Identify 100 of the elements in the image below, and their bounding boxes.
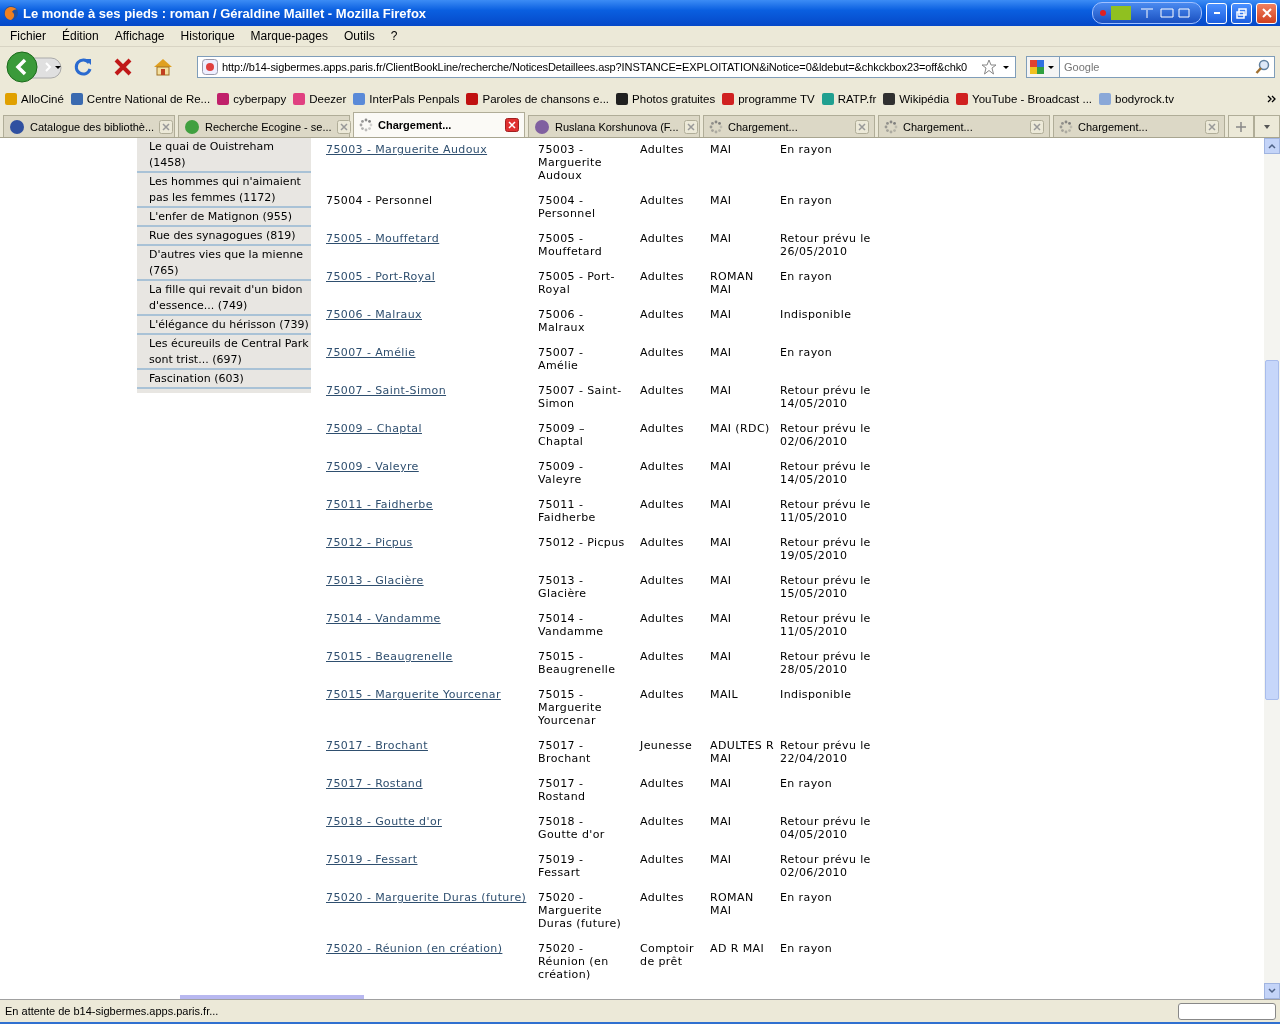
library-link[interactable]: 75009 - Valeyre — [326, 460, 419, 486]
bookmark-item[interactable]: bodyrock.tv — [1098, 92, 1174, 106]
sidebar-item[interactable]: L'enfer de Matignon (955) — [137, 208, 311, 227]
library-link[interactable]: 75020 - Réunion (en création) — [326, 942, 503, 981]
browser-tab[interactable]: Chargement... — [703, 115, 875, 137]
library-link[interactable]: 75005 - Port-Royal — [326, 270, 436, 296]
bookmark-item[interactable]: Wikipédia — [882, 92, 950, 106]
library-link[interactable]: 75012 - Picpus — [326, 536, 413, 562]
table-cell-text: 75015 - Beaugrenelle — [538, 650, 617, 676]
table-cell-text: Indisponible — [780, 308, 853, 323]
library-link[interactable]: 75007 - Amélie — [326, 346, 416, 372]
library-link[interactable]: 75013 - Glacière — [326, 574, 424, 600]
library-link[interactable]: 75019 - Fessart — [326, 853, 418, 879]
search-engine-button[interactable] — [1026, 56, 1059, 78]
library-link[interactable]: 75018 - Goutte d'or — [326, 815, 442, 841]
table-cell-text: 75017 - Brochant — [538, 739, 592, 765]
table-cell-text: En rayon — [780, 346, 834, 361]
chevron-icon[interactable] — [1267, 95, 1276, 103]
bookmark-item[interactable]: RATP.fr — [820, 92, 877, 106]
menu-item[interactable]: Marque-pages — [242, 29, 336, 43]
sidebar-item[interactable]: La fille qui revait d'un bidon d'essence... (749) — [137, 281, 311, 316]
library-link[interactable]: 75020 - Marguerite Duras (future) — [326, 891, 527, 930]
back-forward-button[interactable] — [5, 50, 65, 84]
vertical-scrollbar[interactable] — [1264, 138, 1280, 999]
search-field[interactable]: Google — [1059, 56, 1275, 78]
window-toolbar-widget-drawing[interactable] — [1092, 2, 1202, 24]
table-cell-text: Adultes — [640, 891, 685, 906]
table-cell-text: Retour prévu le 02/06/2010 — [780, 422, 872, 448]
table-cell-text: MAI — [710, 232, 733, 247]
search-icon[interactable] — [1255, 59, 1271, 75]
browser-tab[interactable]: Ruslana Korshunova (F... — [528, 115, 700, 137]
library-link[interactable]: 75003 - Marguerite Audoux — [326, 143, 488, 182]
star-icon[interactable] — [981, 59, 997, 75]
bookmark-item[interactable]: programme TV — [721, 92, 815, 106]
table-cell-text: En rayon — [780, 143, 834, 158]
restore-button[interactable] — [1231, 2, 1252, 24]
library-link[interactable]: 75017 - Rostand — [326, 777, 423, 803]
bookmark-item[interactable]: Centre National de Re... — [69, 92, 211, 106]
browser-tab[interactable]: Recherche Ecogine - se... — [178, 115, 350, 137]
table-cell-text: 75011 - Faidherbe — [538, 498, 597, 524]
library-link[interactable]: 75011 - Faidherbe — [326, 498, 433, 524]
menu-item[interactable]: ? — [382, 29, 406, 43]
close-icon — [1261, 8, 1272, 18]
table-cell-text: Retour prévu le 14/05/2010 — [780, 384, 872, 410]
close-button[interactable] — [1256, 2, 1277, 24]
tab-list-button[interactable] — [1254, 115, 1280, 137]
library-link[interactable]: 75007 - Saint-Simon — [326, 384, 447, 410]
table-cell-text: Jeunesse — [640, 739, 694, 754]
browser-tab[interactable]: Chargement... — [1053, 115, 1225, 137]
menu-item[interactable]: Affichage — [106, 29, 173, 43]
table-cell-text: Retour prévu le 14/05/2010 — [780, 460, 872, 486]
new-tab-button[interactable] — [1228, 115, 1254, 137]
sidebar-item[interactable]: L'élégance du hérisson (739) — [137, 316, 311, 335]
minimize-button[interactable] — [1206, 2, 1227, 24]
library-link[interactable]: 75014 - Vandamme — [326, 612, 441, 638]
menu-item[interactable]: Outils — [335, 29, 383, 43]
sidebar-item[interactable]: Le quai de Ouistreham (1458) — [137, 138, 311, 173]
bookmark-item[interactable]: Paroles de chansons e... — [465, 92, 610, 106]
bookmark-item[interactable]: InterPals Penpals — [352, 92, 460, 106]
library-link[interactable]: 75005 - Mouffetard — [326, 232, 440, 258]
table-cell-text: Adultes — [640, 536, 685, 551]
table-cell-text: 75018 - Goutte d'or — [538, 815, 606, 841]
scroll-up-button[interactable] — [1264, 138, 1280, 154]
table-cell-text: Retour prévu le 04/05/2010 — [780, 815, 872, 841]
bookmark-item[interactable]: Deezer — [292, 92, 347, 106]
table-cell-text: MAIL — [710, 688, 739, 703]
library-link[interactable]: 75015 - Marguerite Yourcenar — [326, 688, 501, 727]
bookmark-item[interactable]: YouTube - Broadcast ... — [955, 92, 1093, 106]
table-cell-text: MAI — [710, 536, 733, 551]
sidebar-item[interactable]: Fascination (603) — [137, 370, 311, 389]
table-cell-text: Adultes — [640, 498, 685, 513]
browser-tab[interactable]: Catalogue des bibliothè... — [3, 115, 175, 137]
address-field[interactable]: http://b14-sigbermes.apps.paris.fr/ClientBookLine/recherche/NoticesDetaillees.asp?INSTANCE=EXPLOITATION&iNotice=0&ldebut=&chkckbox23=off&chk0 — [197, 56, 1016, 78]
bookmark-item[interactable]: Photos gratuites — [615, 92, 716, 106]
bookmark-item[interactable]: cyberpapy — [216, 92, 287, 106]
sidebar-item[interactable]: Rue des synagogues (819) — [137, 227, 311, 246]
table-cell-text: Adultes — [640, 460, 685, 475]
library-link[interactable]: 75017 - Brochant — [326, 739, 428, 765]
table-cell-text: Retour prévu le 15/05/2010 — [780, 574, 872, 600]
sidebar-item[interactable]: D'autres vies que la mienne (765) — [137, 246, 311, 281]
library-link[interactable]: 75009 – Chaptal — [326, 422, 422, 448]
library-link[interactable]: 75015 - Beaugrenelle — [326, 650, 453, 676]
menu-item[interactable]: Édition — [54, 29, 107, 43]
sidebar-item[interactable]: Les écureuils de Central Park sont trist... (697) — [137, 335, 311, 370]
table-cell-text: 75004 - Personnel — [538, 194, 597, 220]
scroll-down-button[interactable] — [1264, 983, 1280, 999]
scroll-thumb[interactable] — [1265, 360, 1279, 700]
table-cell-text: Adultes — [640, 422, 685, 437]
close-icon[interactable] — [505, 118, 519, 132]
bookmark-item[interactable]: AlloCiné — [4, 92, 64, 106]
browser-tab[interactable]: Chargement... — [878, 115, 1050, 137]
status-text: En attente de b14-sigbermes.apps.paris.fr... — [5, 1005, 220, 1017]
menu-item[interactable]: Fichier — [2, 29, 54, 43]
table-cell-text: MAI — [710, 194, 733, 209]
menu-item[interactable]: Historique — [172, 29, 243, 43]
browser-tab[interactable]: Chargement... — [353, 112, 525, 137]
library-link[interactable]: 75006 - Malraux — [326, 308, 422, 334]
table-cell-text: Retour prévu le 22/04/2010 — [780, 739, 872, 765]
table-cell-text: 75012 - Picpus — [538, 536, 626, 551]
sidebar-item[interactable]: Les hommes qui n'aimaient pas les femmes (1172) — [137, 173, 311, 208]
